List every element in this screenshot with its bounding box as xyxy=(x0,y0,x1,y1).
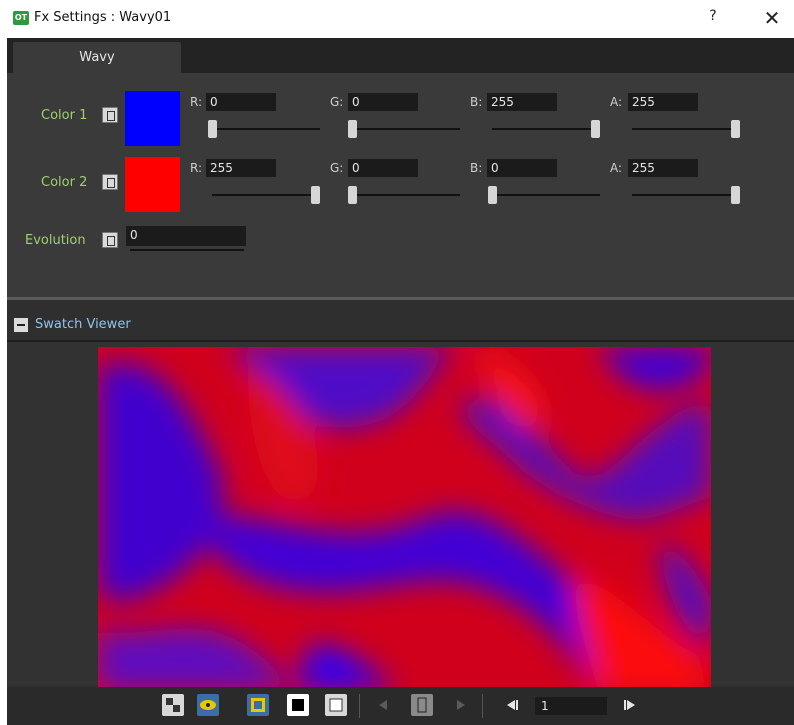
color2-a-slider-thumb[interactable] xyxy=(731,186,740,204)
color1-g-slider-thumb[interactable] xyxy=(348,120,357,138)
color2-r-slider-thumb[interactable] xyxy=(311,186,320,204)
color1-a-field[interactable]: 255 xyxy=(628,93,698,111)
black-bg-icon xyxy=(292,699,304,711)
black-bg-icon[interactable] xyxy=(287,694,309,716)
color1-a-label: A: xyxy=(610,95,623,109)
last-frame-icon xyxy=(624,700,635,710)
collapse-icon[interactable] xyxy=(14,318,28,332)
first-frame-icon[interactable] xyxy=(501,694,523,716)
window-title: Fx Settings : Wavy01 xyxy=(34,10,172,25)
next-icon[interactable] xyxy=(449,694,471,716)
toolbar-separator xyxy=(359,694,360,718)
color1-b-slider-track[interactable] xyxy=(492,128,600,130)
color1-r-label: R: xyxy=(190,95,203,109)
color2-a-slider-track[interactable] xyxy=(632,194,740,196)
help-button[interactable]: ? xyxy=(703,8,723,28)
color2-label: Color 2 xyxy=(41,175,88,190)
viewer-toolbar: 1 xyxy=(7,687,794,725)
color2-b-field[interactable]: 0 xyxy=(487,159,557,177)
color2-b-slider-thumb[interactable] xyxy=(488,186,497,204)
color2-g-label: G: xyxy=(330,161,344,175)
color2-g-slider-track[interactable] xyxy=(352,194,460,196)
key-icon[interactable] xyxy=(411,694,433,716)
title-bar: OT Fx Settings : Wavy01 ? ✕ xyxy=(0,0,794,38)
eye-icon xyxy=(200,700,216,710)
white-bg-icon[interactable] xyxy=(325,694,347,716)
tab-wavy[interactable]: Wavy xyxy=(13,42,181,73)
color1-b-field[interactable]: 255 xyxy=(487,93,557,111)
evolution-field[interactable]: 0 xyxy=(126,226,246,246)
color2-r-field[interactable]: 255 xyxy=(206,159,276,177)
settings-panel: Color 1 R: 0 G: 0 B: 255 A: 255 Color 2 … xyxy=(7,73,794,298)
swatch-viewer-area xyxy=(7,340,794,691)
frame-field[interactable]: 1 xyxy=(535,697,607,715)
checkerboard-icon xyxy=(166,698,180,712)
eye-icon[interactable] xyxy=(197,694,219,716)
color1-a-slider-track[interactable] xyxy=(632,128,740,130)
color1-g-label: G: xyxy=(330,95,344,109)
color1-swatch[interactable] xyxy=(125,91,180,146)
key-icon[interactable] xyxy=(102,174,118,190)
color2-a-label: A: xyxy=(610,161,623,175)
close-button[interactable]: ✕ xyxy=(760,6,784,30)
prev-icon xyxy=(379,700,387,710)
next-icon xyxy=(457,700,465,710)
color2-r-label: R: xyxy=(190,161,203,175)
color1-label: Color 1 xyxy=(41,108,88,123)
key-icon xyxy=(417,697,427,713)
color1-g-slider-track[interactable] xyxy=(352,128,460,130)
color2-b-label: B: xyxy=(470,161,483,175)
toolbar-separator xyxy=(482,694,483,718)
color1-b-slider-thumb[interactable] xyxy=(591,120,600,138)
color2-a-field[interactable]: 255 xyxy=(628,159,698,177)
first-frame-icon xyxy=(507,700,518,710)
key-icon[interactable] xyxy=(102,107,118,123)
tab-bar: Wavy xyxy=(7,38,794,73)
fx-settings-window: Wavy Color 1 R: 0 G: 0 B: 255 A: 255 Col… xyxy=(7,38,794,725)
last-frame-icon[interactable] xyxy=(619,694,641,716)
preview-frame-icon xyxy=(251,698,265,712)
wavy-pattern-graphic xyxy=(98,347,711,691)
swatch-viewer-title: Swatch Viewer xyxy=(35,317,131,332)
color1-r-field[interactable]: 0 xyxy=(206,93,276,111)
color1-a-slider-thumb[interactable] xyxy=(731,120,740,138)
color2-swatch[interactable] xyxy=(125,157,180,212)
color1-r-slider-thumb[interactable] xyxy=(208,120,217,138)
section-divider xyxy=(7,297,794,300)
evolution-slider-track[interactable] xyxy=(130,249,244,251)
color1-g-field[interactable]: 0 xyxy=(348,93,418,111)
color2-g-field[interactable]: 0 xyxy=(348,159,418,177)
checkerboard-icon[interactable] xyxy=(162,694,184,716)
key-icon[interactable] xyxy=(102,232,118,248)
swatch-viewer-header[interactable]: Swatch Viewer xyxy=(7,310,794,340)
color1-b-label: B: xyxy=(470,95,483,109)
preview-frame-icon[interactable] xyxy=(247,694,269,716)
prev-icon[interactable] xyxy=(373,694,395,716)
evolution-label: Evolution xyxy=(25,233,86,248)
color1-r-slider-track[interactable] xyxy=(212,128,320,130)
color2-r-slider-track[interactable] xyxy=(212,194,320,196)
color2-g-slider-thumb[interactable] xyxy=(348,186,357,204)
color2-b-slider-track[interactable] xyxy=(492,194,600,196)
swatch-preview-image xyxy=(98,347,711,691)
app-icon: OT xyxy=(13,11,29,25)
white-bg-icon xyxy=(329,698,343,712)
